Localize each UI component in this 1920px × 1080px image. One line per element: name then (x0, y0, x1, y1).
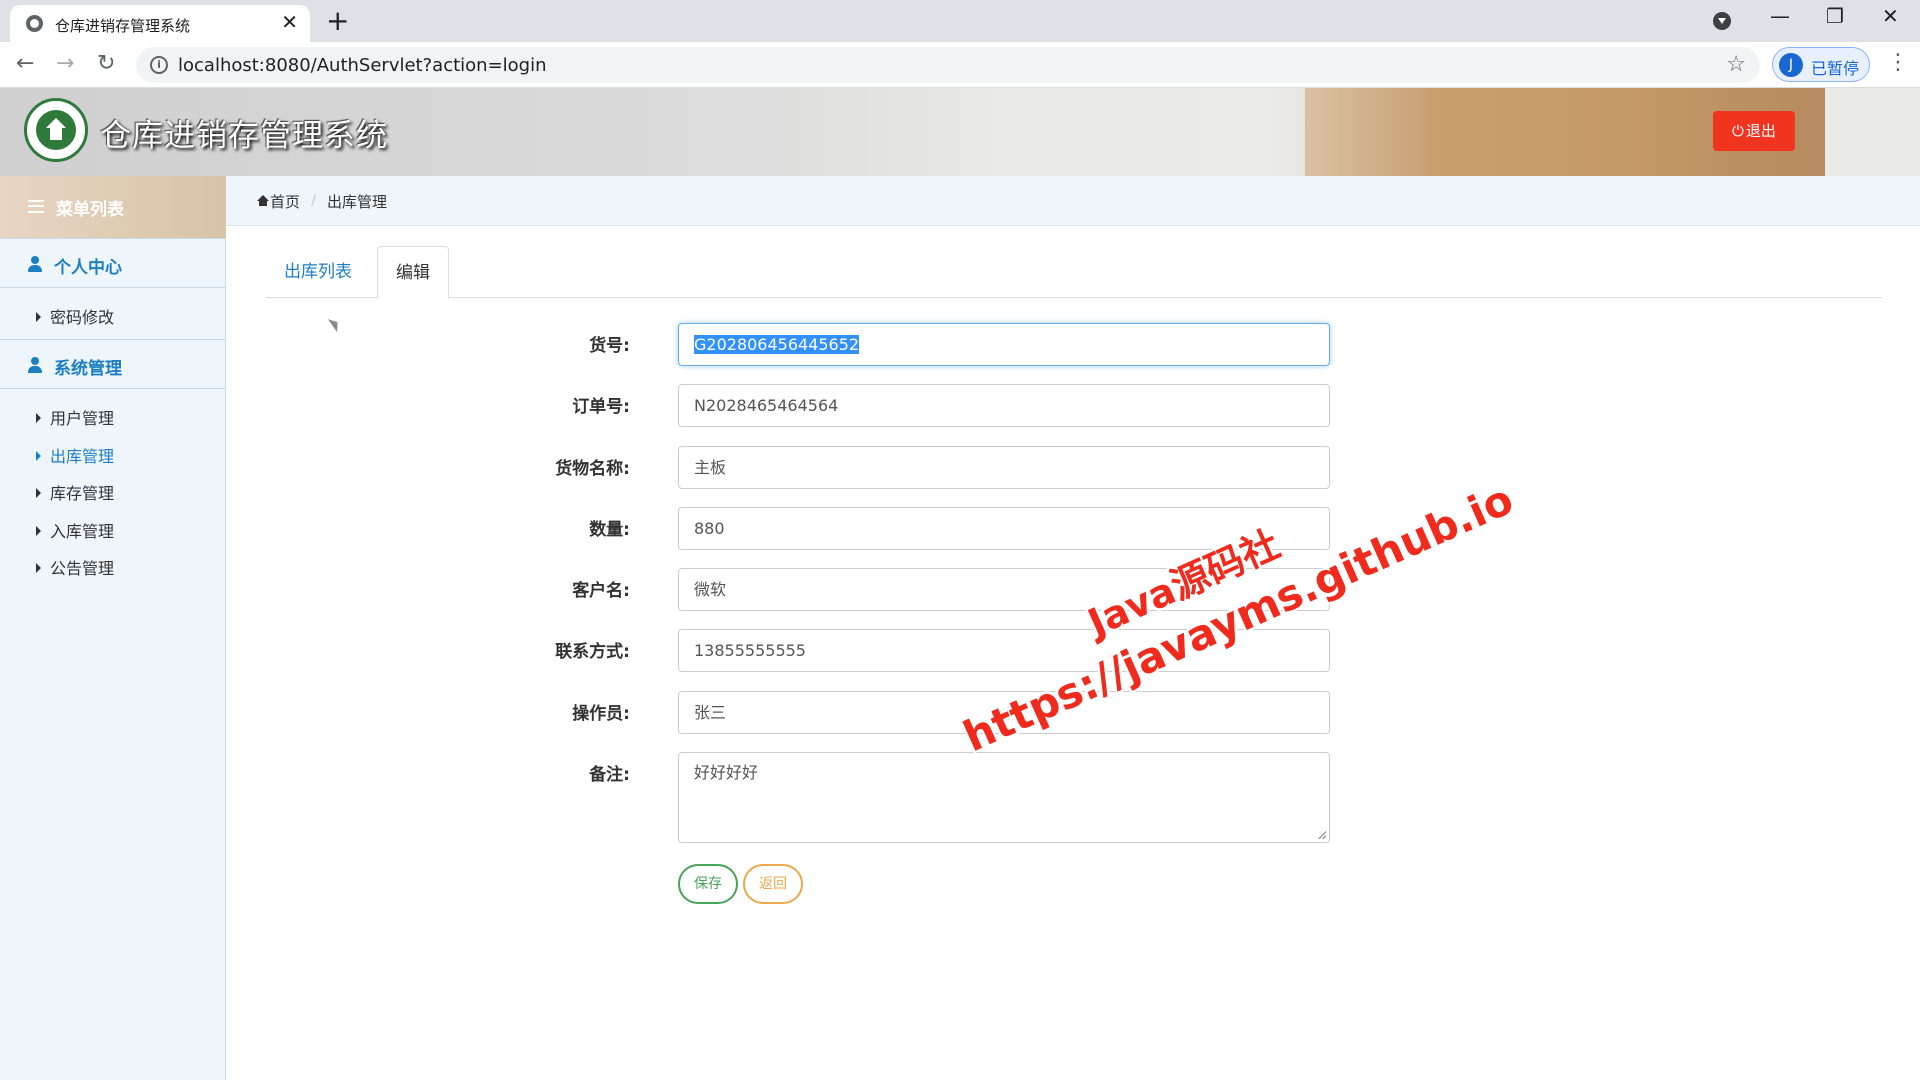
globe-icon (26, 15, 43, 32)
menu-icon (28, 200, 44, 213)
logout-button[interactable]: ⏻ 退出 (1713, 111, 1795, 151)
minimize-button[interactable]: — (1770, 4, 1790, 28)
field-label: 数量: (589, 520, 630, 540)
info-icon[interactable]: i (150, 56, 168, 74)
field-label: 客户名: (572, 581, 630, 601)
header-background-right (1825, 88, 1920, 176)
sidebar-section-system[interactable]: 系统管理 (0, 339, 226, 389)
field-label: 操作员: (572, 704, 630, 724)
save-button[interactable]: 保存 (678, 864, 738, 904)
sidebar-item-label: 入库管理 (50, 522, 115, 541)
section-label: 个人中心 (54, 258, 122, 278)
sidebar-item-users[interactable]: 用户管理 (36, 405, 114, 429)
breadcrumb-home[interactable]: 首页 (270, 191, 300, 212)
field-label: 订单号: (572, 397, 630, 417)
caret-right-icon (36, 451, 41, 461)
url-text[interactable]: localhost:8080/AuthServlet?action=login (178, 55, 547, 76)
sidebar-item-inbound[interactable]: 入库管理 (36, 518, 114, 542)
sidebar: 菜单列表 个人中心 密码修改 系统管理 用户管理 出库管理 库存管理 入库管理 … (0, 176, 226, 1080)
window-close-button[interactable]: ✕ (1882, 4, 1899, 28)
remark-textarea[interactable]: 好好好好 (678, 752, 1330, 843)
avatar: J (1779, 53, 1803, 77)
home-icon (257, 195, 269, 206)
field-label: 货号: (589, 336, 630, 356)
resize-handle-icon[interactable] (1318, 831, 1326, 839)
sidebar-item-inventory[interactable]: 库存管理 (36, 480, 114, 504)
sidebar-item-outbound[interactable]: 出库管理 (36, 443, 114, 467)
user-icon (28, 357, 42, 373)
menu-title: 菜单列表 (56, 200, 124, 220)
remark-text: 好好好好 (694, 763, 759, 782)
section-label: 系统管理 (54, 359, 122, 379)
goods-name-input[interactable]: 主板 (678, 446, 1330, 489)
breadcrumb-separator: / (311, 191, 317, 209)
caret-right-icon (36, 413, 41, 423)
logout-label: 退出 (1745, 122, 1776, 140)
field-label: 货物名称: (555, 459, 630, 479)
back-button[interactable]: 返回 (743, 864, 803, 904)
sidebar-item-label: 用户管理 (50, 409, 115, 428)
caret-right-icon (36, 563, 41, 573)
browser-menu-icon[interactable]: ⋮ (1887, 50, 1909, 75)
selected-text: G202806456445652 (694, 335, 860, 354)
caret-right-icon (36, 312, 41, 322)
field-label: 联系方式: (555, 642, 630, 662)
order-no-input[interactable]: N2028465464564 (678, 384, 1330, 427)
sidebar-item-label: 公告管理 (50, 559, 115, 578)
sidebar-item-label: 密码修改 (50, 308, 115, 327)
power-icon: ⏻ (1732, 122, 1744, 140)
profile-button[interactable]: J 已暂停 (1772, 47, 1870, 82)
content-tabs: 出库列表 编辑 (266, 246, 1882, 299)
university-logo (24, 98, 88, 162)
field-label: 备注: (589, 765, 630, 785)
caret-right-icon (36, 488, 41, 498)
tab-title: 仓库进销存管理系统 (55, 17, 191, 35)
tab-search-icon[interactable] (1713, 12, 1731, 30)
profile-status: 已暂停 (1811, 59, 1860, 78)
tab-outbound-list[interactable]: 出库列表 (266, 246, 370, 299)
reload-button[interactable]: ↻ (97, 50, 115, 78)
sidebar-item-notices[interactable]: 公告管理 (36, 555, 114, 579)
sidebar-item-label: 库存管理 (50, 484, 115, 503)
sidebar-section-personal[interactable]: 个人中心 (0, 238, 226, 288)
new-tab-button[interactable]: + (326, 5, 349, 37)
user-icon (28, 256, 42, 272)
caret-right-icon (36, 526, 41, 536)
restore-button[interactable]: ❐ (1826, 4, 1844, 28)
browser-toolbar: ← → ↻ i localhost:8080/AuthServlet?actio… (0, 42, 1920, 88)
browser-tabstrip: 仓库进销存管理系统 ✕ + — ❐ ✕ (0, 0, 1920, 42)
browser-tab[interactable]: 仓库进销存管理系统 ✕ (10, 5, 310, 42)
logo-emblem (36, 110, 76, 150)
breadcrumb: 首页 / 出库管理 (226, 176, 1920, 226)
item-no-input[interactable]: G202806456445652 (678, 323, 1330, 366)
app-header: 仓库进销存管理系统 ⏻ 退出 (0, 88, 1920, 176)
breadcrumb-current: 出库管理 (327, 193, 388, 211)
tab-edit[interactable]: 编辑 (377, 246, 449, 299)
star-icon[interactable]: ☆ (1726, 52, 1746, 77)
sidebar-item-label: 出库管理 (50, 447, 115, 466)
app-title: 仓库进销存管理系统 (100, 118, 388, 154)
forward-button[interactable]: → (56, 50, 74, 78)
menu-header: 菜单列表 (0, 176, 226, 238)
close-icon[interactable]: ✕ (281, 12, 298, 32)
sidebar-item-password[interactable]: 密码修改 (36, 304, 114, 328)
back-button[interactable]: ← (16, 50, 34, 78)
address-bar[interactable]: i localhost:8080/AuthServlet?action=logi… (136, 47, 1760, 83)
mouse-cursor-icon (327, 315, 343, 333)
